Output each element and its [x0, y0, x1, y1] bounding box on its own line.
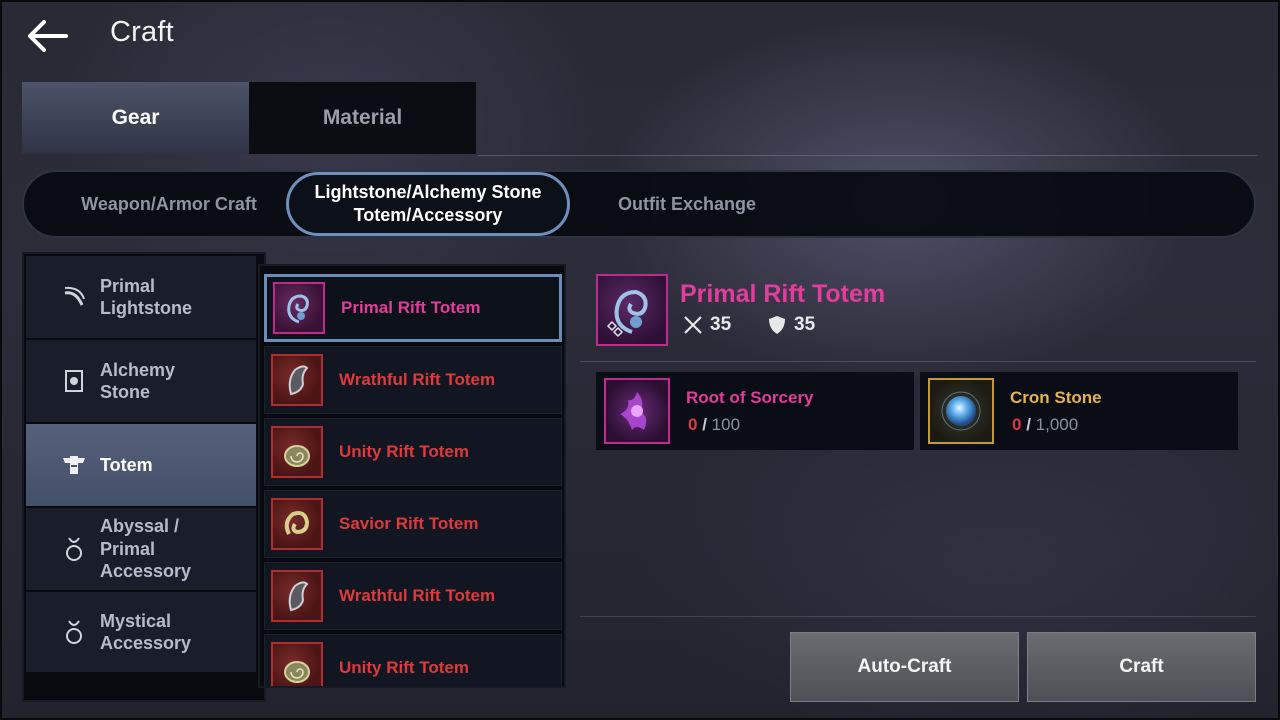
category-primal-lightstone[interactable]: Primal Lightstone — [26, 256, 256, 338]
root-of-sorcery-icon — [604, 378, 670, 444]
material-info: Cron Stone 0 / 1,000 — [1010, 388, 1102, 435]
material-name: Cron Stone — [1010, 387, 1102, 407]
subtab-lightstone-totem-accessory[interactable]: Lightstone/Alchemy Stone Totem/Accessory — [286, 172, 570, 236]
craft-button[interactable]: Craft — [1027, 632, 1256, 702]
attack-value: 35 — [710, 314, 732, 335]
category-totem[interactable]: Totem — [26, 424, 256, 506]
subtab-label-line1: Lightstone/Alchemy Stone — [314, 182, 542, 202]
shield-icon — [769, 316, 785, 334]
item-name: Wrathful Rift Totem — [339, 586, 496, 605]
material-required: 1,000 — [1035, 414, 1079, 434]
item-row-unity-rift-totem[interactable]: Unity Rift Totem — [264, 418, 562, 486]
item-name: Savior Rift Totem — [339, 514, 479, 533]
totem-shell-icon — [271, 426, 323, 478]
category-label-line: Primal — [100, 275, 156, 296]
category-mystical-accessory[interactable]: Mystical Accessory — [26, 592, 256, 672]
back-button[interactable] — [24, 16, 72, 56]
necklace-icon — [52, 536, 96, 562]
tab-material[interactable]: Material — [249, 82, 476, 154]
subtab-weapon-armor-craft[interactable]: Weapon/Armor Craft — [64, 172, 274, 236]
material-name: Root of Sorcery — [686, 387, 814, 407]
category-label-line: Primal — [100, 538, 156, 559]
main-tabs: Gear Material — [22, 82, 476, 154]
page-title: Craft — [110, 16, 174, 48]
category-label-line: Stone — [100, 382, 151, 402]
back-arrow-icon — [28, 20, 68, 52]
selected-item-name: Primal Rift Totem — [680, 280, 886, 308]
defense-stat: 35 — [768, 314, 815, 336]
category-label: Alchemy Stone — [100, 359, 175, 404]
item-list: Primal Rift Totem Wrathful Rift Totem Un… — [258, 264, 566, 688]
attack-stat: 35 — [682, 314, 731, 336]
item-row-primal-rift-totem[interactable]: Primal Rift Totem — [264, 274, 562, 342]
material-owned: 0 — [1012, 414, 1022, 434]
auto-craft-button[interactable]: Auto-Craft — [790, 632, 1019, 702]
totem-coil-icon — [271, 498, 323, 550]
item-name: Primal Rift Totem — [341, 298, 481, 317]
category-label: Mystical Accessory — [100, 610, 191, 655]
totem-claw-icon — [271, 354, 323, 406]
category-label: Totem — [100, 454, 153, 475]
category-label-line: Accessory — [100, 561, 192, 582]
item-row-wrathful-rift-totem[interactable]: Wrathful Rift Totem — [264, 346, 562, 414]
sub-tabs: Weapon/Armor Craft Lightstone/Alchemy St… — [22, 170, 1256, 238]
material-separator: / — [1026, 414, 1031, 434]
totem-icon — [52, 453, 96, 477]
category-label-line: Accessory — [100, 633, 192, 653]
material-required: 100 — [711, 414, 741, 434]
material-root-of-sorcery[interactable]: Root of Sorcery 0 / 100 — [596, 372, 914, 450]
alchemy-stone-icon — [52, 369, 96, 393]
cron-stone-icon — [928, 378, 994, 444]
detail-divider — [580, 361, 1256, 362]
category-label-line: Lightstone — [100, 298, 192, 318]
item-name: Wrathful Rift Totem — [339, 370, 496, 389]
action-divider — [580, 616, 1256, 617]
crossed-swords-icon — [684, 316, 702, 334]
tab-gear[interactable]: Gear — [22, 82, 249, 154]
category-abyssal-primal-accessory[interactable]: Abyssal / Primal Accessory — [26, 508, 256, 590]
item-row-wrathful-rift-totem[interactable]: Wrathful Rift Totem — [264, 562, 562, 630]
material-owned: 0 — [688, 414, 698, 434]
material-info: Root of Sorcery 0 / 100 — [686, 388, 814, 435]
material-separator: / — [702, 414, 707, 434]
totem-claw-icon — [271, 570, 323, 622]
material-count: 0 / 1,000 — [1010, 415, 1102, 435]
category-label-line: Alchemy — [100, 359, 176, 380]
lightstone-icon — [52, 285, 96, 309]
subtab-label-line2: Totem/Accessory — [353, 205, 503, 225]
defense-value: 35 — [794, 314, 816, 335]
item-row-unity-rift-totem[interactable]: Unity Rift Totem — [264, 634, 562, 686]
material-cron-stone[interactable]: Cron Stone 0 / 1,000 — [920, 372, 1238, 450]
category-label: Primal Lightstone — [100, 275, 192, 320]
item-name: Unity Rift Totem — [339, 658, 470, 677]
selected-item-icon — [596, 274, 668, 346]
totem-shell-icon — [271, 642, 323, 686]
category-label-line: Abyssal / — [100, 516, 180, 537]
necklace-icon — [52, 619, 96, 645]
item-row-savior-rift-totem[interactable]: Savior Rift Totem — [264, 490, 562, 558]
subtab-outfit-exchange[interactable]: Outfit Exchange — [604, 172, 770, 236]
category-label: Abyssal / Primal Accessory — [100, 515, 191, 583]
item-name: Unity Rift Totem — [339, 442, 470, 461]
category-alchemy-stone[interactable]: Alchemy Stone — [26, 340, 256, 422]
category-label-line: Mystical — [100, 610, 172, 631]
totem-spiral-icon — [273, 282, 325, 334]
tabs-underline — [478, 155, 1257, 156]
category-list: Primal Lightstone Alchemy Stone Totem Ab… — [22, 252, 266, 702]
material-count: 0 / 100 — [686, 415, 814, 435]
